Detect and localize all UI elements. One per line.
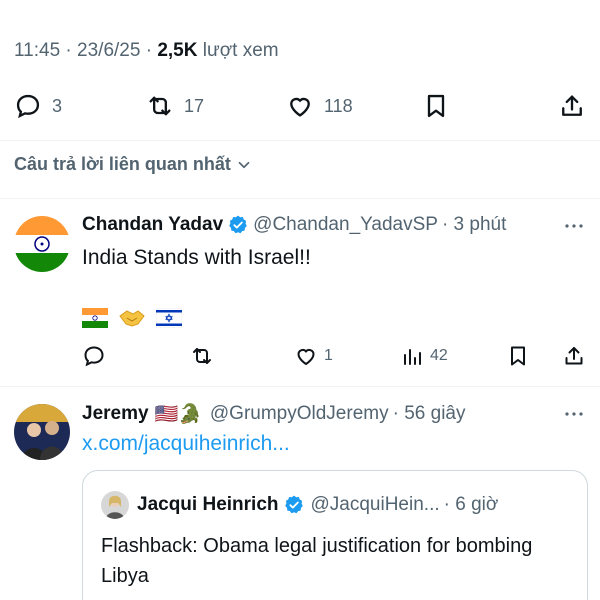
like-count: 1: [324, 347, 333, 364]
display-name[interactable]: Chandan Yadav: [82, 214, 223, 236]
tweet-meta: 11:45 · 23/6/25 · 2,5K lượt xem: [14, 40, 279, 62]
israel-flag-icon: [156, 308, 182, 328]
repost-count: 17: [184, 95, 205, 116]
chevron-down-icon: [238, 161, 250, 168]
quoted-tweet-time: · 6 giờ: [443, 494, 499, 515]
quoted-user-photo: [101, 491, 129, 519]
quoted-tweet[interactable]: Jacqui Heinrich @JacquiHein... · 6 giờ F…: [82, 470, 588, 600]
reply-icon: [16, 94, 40, 119]
tweet-time[interactable]: · 56 giây: [393, 403, 466, 425]
verified-badge-icon: [229, 215, 247, 234]
meta-separator: ·: [145, 40, 153, 61]
share-button[interactable]: [558, 88, 586, 124]
more-options-icon[interactable]: [562, 214, 586, 238]
quoted-tweet-text: Flashback: Obama legal justification for…: [101, 535, 533, 587]
reply-button[interactable]: 3: [14, 88, 62, 124]
divider: [0, 386, 600, 387]
quoted-tweet-header: Jacqui Heinrich @JacquiHein... · 6 giờ: [101, 491, 498, 519]
name-emoji: 🇺🇸🐊: [154, 404, 202, 425]
quoted-display-name: Jacqui Heinrich: [137, 494, 279, 515]
views-button[interactable]: 42: [400, 342, 448, 370]
views-count: 42: [430, 347, 448, 364]
share-button[interactable]: [562, 342, 586, 370]
bookmark-button[interactable]: [422, 88, 450, 124]
avatar[interactable]: [14, 216, 70, 272]
heart-icon: [297, 348, 315, 366]
tweet-emojis: [82, 306, 182, 330]
repost-button[interactable]: [190, 342, 214, 370]
reply-sort-label: Câu trả lời liên quan nhất: [14, 154, 231, 174]
display-name[interactable]: Jeremy: [82, 403, 149, 425]
handshake-icon: [119, 310, 145, 327]
bookmark-icon: [427, 94, 445, 118]
heart-icon: [290, 97, 310, 117]
tweet-stats: 3 17 118: [0, 88, 600, 124]
tweet-text: India Stands with Israel!!: [82, 246, 311, 269]
like-count: 118: [324, 95, 353, 116]
tweet-header: Chandan Yadav @Chandan_YadavSP · 3 phút: [82, 214, 506, 236]
divider: [0, 198, 600, 199]
analytics-icon: [404, 349, 421, 365]
tweet-link[interactable]: x.com/jacquiheinrich...: [82, 432, 290, 456]
bookmark-button[interactable]: [506, 342, 530, 370]
like-button[interactable]: 118: [286, 88, 353, 124]
tweet-time: 11:45: [14, 40, 61, 61]
avatar[interactable]: [14, 404, 70, 460]
user-handle[interactable]: @Chandan_YadavSP: [253, 214, 438, 236]
reply-button[interactable]: [82, 342, 106, 370]
user-photo-avatar: [14, 404, 70, 460]
divider: [0, 140, 600, 141]
reply-icon: [84, 346, 104, 367]
views-count: 2,5K: [157, 40, 198, 61]
tweet-actions: 1 42: [82, 342, 592, 370]
bookmark-icon: [511, 346, 525, 366]
reply-count: 3: [52, 95, 63, 116]
quoted-avatar: [101, 491, 129, 519]
share-icon: [562, 95, 582, 116]
user-handle[interactable]: @GrumpyOldJeremy: [210, 403, 389, 425]
repost-icon: [149, 96, 171, 116]
tweet-header: Jeremy 🇺🇸🐊 @GrumpyOldJeremy · 56 giây: [82, 402, 465, 426]
quoted-user-handle: @JacquiHein...: [310, 494, 440, 515]
views-label: lượt xem: [202, 40, 279, 61]
share-icon: [565, 347, 583, 365]
repost-button[interactable]: 17: [146, 88, 204, 124]
like-button[interactable]: 1: [294, 342, 333, 370]
india-flag-avatar: [14, 216, 70, 272]
tweet-date[interactable]: 23/6/25: [77, 40, 140, 61]
repost-icon: [193, 348, 211, 364]
more-options-icon[interactable]: [562, 402, 586, 426]
tweet-time[interactable]: · 3 phút: [442, 214, 506, 236]
meta-separator: ·: [65, 40, 72, 61]
reply-sort-selector[interactable]: Câu trả lời liên quan nhất: [14, 154, 253, 175]
verified-badge-icon: [284, 495, 303, 514]
india-flag-icon: [82, 308, 108, 328]
